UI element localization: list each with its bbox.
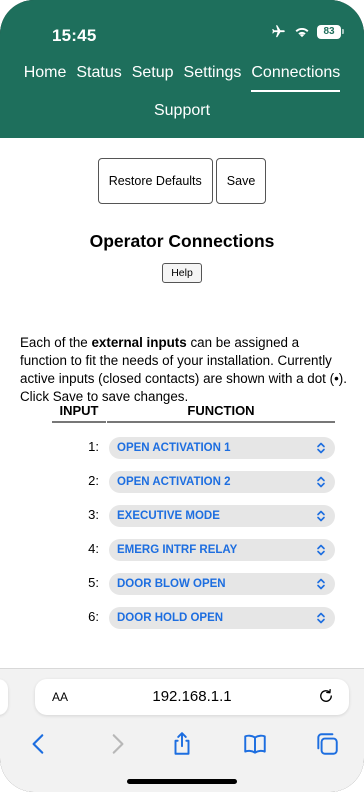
table-row: 5: DOOR BLOW OPEN (0, 570, 364, 604)
function-select-value: EXECUTIVE MODE (117, 510, 220, 522)
intro-text-bold: external inputs (91, 335, 187, 350)
browser-toolbar: AA 192.168.1.1 (0, 668, 364, 792)
table-row: 1: OPEN ACTIVATION 1 (0, 434, 364, 468)
intro-text: Each of the external inputs can be assig… (20, 334, 348, 406)
column-header-function: FUNCTION (107, 403, 335, 423)
table-row: 3: EXECUTIVE MODE (0, 502, 364, 536)
address-bar[interactable]: AA 192.168.1.1 (35, 679, 349, 715)
input-number: 6: (88, 609, 99, 624)
function-select-value: DOOR BLOW OPEN (117, 578, 226, 590)
status-time: 15:45 (52, 26, 97, 45)
help-button[interactable]: Help (162, 263, 202, 283)
reload-icon[interactable] (317, 687, 335, 705)
chevron-updown-icon (317, 612, 325, 624)
chevron-updown-icon (317, 442, 325, 454)
nav-item-setup[interactable]: Setup (132, 64, 174, 92)
function-select[interactable]: DOOR BLOW OPEN (109, 573, 335, 595)
input-number: 4: (88, 541, 99, 556)
wifi-icon (295, 27, 309, 38)
input-number: 3: (88, 507, 99, 522)
battery-level: 83 (317, 24, 341, 39)
airplane-icon (272, 25, 285, 38)
function-select-value: DOOR HOLD OPEN (117, 612, 224, 624)
status-bar: 15:45 83 (0, 0, 364, 56)
chevron-updown-icon (317, 476, 325, 488)
function-select-value: EMERG INTRF RELAY (117, 544, 238, 556)
function-select[interactable]: EMERG INTRF RELAY (109, 539, 335, 561)
table-row: 2: OPEN ACTIVATION 2 (0, 468, 364, 502)
browser-nav-icons (0, 731, 364, 761)
save-button[interactable]: Save (215, 158, 267, 204)
function-select-value: OPEN ACTIVATION 2 (117, 476, 231, 488)
table-row: 6: DOOR HOLD OPEN (0, 604, 364, 638)
phone-screen: 15:45 83 Home Status Setup Settings Conn… (0, 0, 364, 792)
forward-icon[interactable] (104, 731, 130, 757)
battery-icon: 83 (317, 24, 344, 39)
function-select[interactable]: EXECUTIVE MODE (109, 505, 335, 527)
url-text: 192.168.1.1 (152, 688, 232, 705)
chevron-updown-icon (317, 578, 325, 590)
nav-item-support[interactable]: Support (154, 102, 210, 119)
back-icon[interactable] (26, 731, 52, 757)
table-row: 4: EMERG INTRF RELAY (0, 536, 364, 570)
connections-table: 1: OPEN ACTIVATION 1 2: OPEN ACTIVATION … (0, 434, 364, 638)
header: 15:45 83 Home Status Setup Settings Conn… (0, 0, 364, 138)
page-content: Restore Defaults Save Operator Connectio… (0, 138, 364, 668)
function-select[interactable]: OPEN ACTIVATION 1 (109, 437, 335, 459)
page-title: Operator Connections (89, 231, 275, 251)
input-number: 2: (88, 473, 99, 488)
share-icon[interactable] (169, 731, 195, 757)
input-number: 1: (88, 439, 99, 454)
nav-item-home[interactable]: Home (24, 64, 67, 92)
action-buttons: Restore Defaults Save (0, 158, 364, 204)
nav-item-connections[interactable]: Connections (251, 64, 341, 92)
table-header: INPUT FUNCTION (0, 403, 364, 423)
restore-defaults-button[interactable]: Restore Defaults (97, 158, 213, 204)
function-select[interactable]: DOOR HOLD OPEN (109, 607, 335, 629)
column-header-input: INPUT (52, 403, 106, 423)
home-indicator (127, 779, 237, 784)
status-icons: 83 (270, 24, 344, 39)
previous-tab-card[interactable] (0, 679, 8, 715)
intro-text-start: Each of the (20, 335, 92, 350)
chevron-updown-icon (317, 510, 325, 522)
bookmarks-icon[interactable] (242, 731, 268, 757)
tabs-icon[interactable] (314, 731, 340, 757)
input-number: 5: (88, 575, 99, 590)
function-select-value: OPEN ACTIVATION 1 (117, 442, 231, 454)
main-nav: Home Status Setup Settings Connections S… (0, 60, 364, 138)
nav-item-settings[interactable]: Settings (184, 64, 242, 92)
chevron-updown-icon (317, 544, 325, 556)
function-select[interactable]: OPEN ACTIVATION 2 (109, 471, 335, 493)
nav-item-status[interactable]: Status (76, 64, 121, 92)
